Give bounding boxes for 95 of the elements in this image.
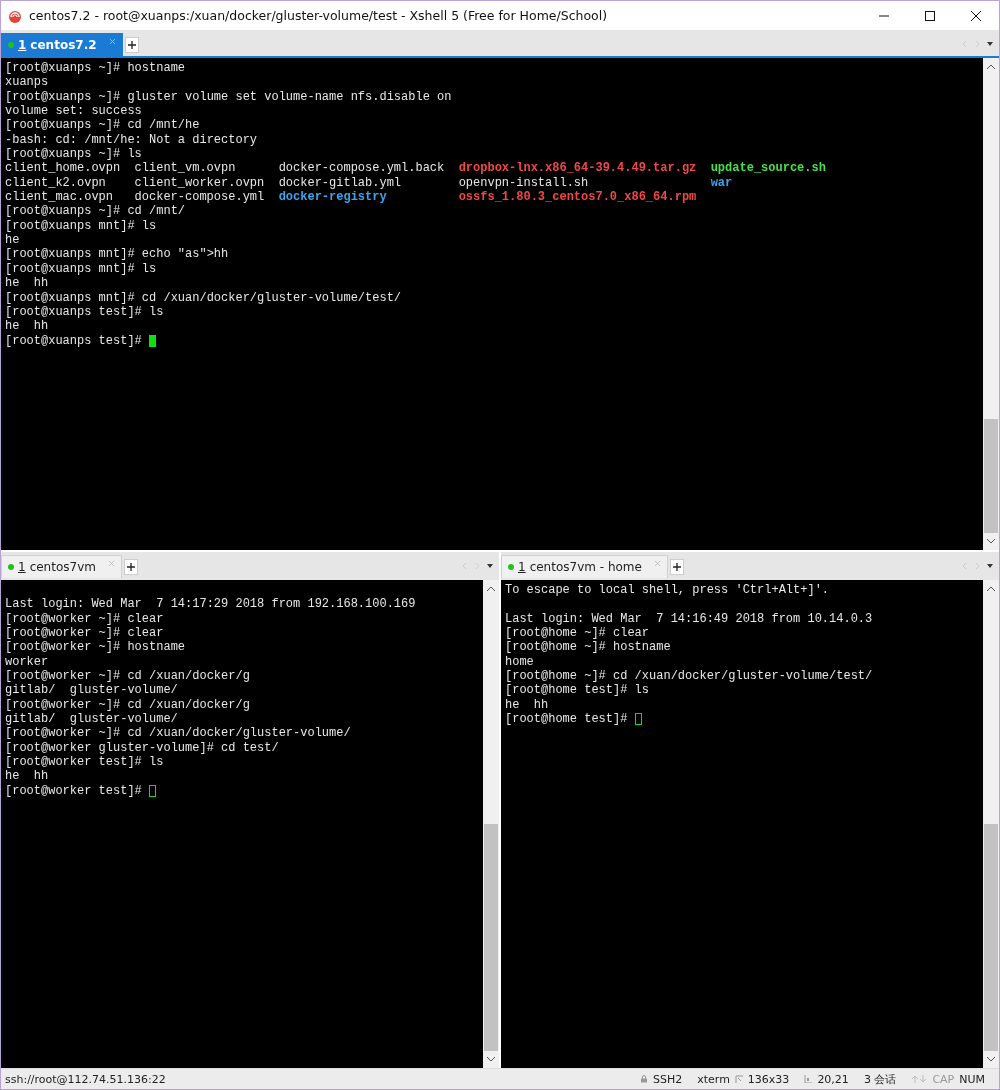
lock-icon [639, 1075, 648, 1083]
terminal-line: worker [5, 654, 50, 670]
window-title: centos7.2 - root@xuanps:/xuan/docker/gluster-volume/test - Xshell 5 (Free for Home/School) [29, 8, 608, 23]
file-name: client_worker.ovpn [134, 175, 265, 190]
terminal-line: [root@worker test]# [5, 783, 143, 799]
tab-number: 1 [18, 38, 27, 52]
plus-icon [126, 563, 135, 571]
terminal-line: [root@xuanps mnt]# cd /xuan/docker/gluster-volume/test/ [5, 290, 403, 305]
terminal-line: [root@home test]# [505, 712, 629, 727]
file-name: docker-gitlab.yml [278, 175, 402, 190]
file-name: gluster-volume/ [69, 683, 178, 698]
terminal-line: [root@xuanps test]# [5, 333, 143, 348]
terminal-line: To escape to local shell, press 'Ctrl+Alt+]'. [505, 583, 831, 598]
tab-number: 1 [518, 560, 526, 574]
terminal-line: [root@worker ~]# cd /xuan/docker/g [5, 697, 251, 713]
file-name: openvpn-install.sh [458, 175, 589, 190]
file-name: gluster-volume/ [69, 712, 178, 727]
close-icon [971, 10, 981, 21]
new-tab-button[interactable] [123, 559, 138, 575]
terminal-line: [root@xuanps ~]# cd /mnt/he [5, 118, 201, 133]
terminal-line: [root@home ~]# clear [505, 626, 651, 641]
plus-icon [672, 563, 681, 571]
file-name: client_home.ovpn [5, 161, 121, 176]
scrollbar[interactable] [983, 580, 999, 1068]
terminal-line: [root@worker ~]# hostname [5, 640, 187, 655]
terminal-line: Last login: Wed Mar 7 14:16:49 2018 from 10.14.0.3 [505, 611, 874, 627]
terminal-line: [root@worker ~]# clear [5, 611, 165, 627]
terminal-line: [root@home ~]# hostname [505, 640, 672, 655]
terminal-line: xuanps [5, 75, 50, 90]
terminal-line: [root@worker ~]# cd /xuan/docker/g [5, 669, 251, 684]
file-name: docker-compose.yml [134, 190, 265, 205]
file-name: gitlab/ [5, 712, 56, 727]
terminal-line: [root@worker ~]# clear [5, 626, 165, 641]
terminal-line: Last login: Wed Mar 7 14:17:29 2018 from 192.168.100.169 [5, 597, 417, 612]
terminal-line: [root@home test]# ls [505, 683, 651, 698]
caps-lock-indicator: CAP [932, 1072, 955, 1086]
terminal-line: [root@xuanps ~]# gluster volume set volume-name nfs.disable on [5, 89, 453, 105]
new-tab-button[interactable] [124, 37, 139, 53]
file-name: war [710, 175, 733, 190]
terminal-line: [root@xuanps ~]# ls [5, 147, 143, 162]
new-tab-button[interactable] [669, 559, 684, 575]
tab-label: centos7vm - home [529, 560, 642, 574]
terminal-line: he hh [5, 319, 50, 334]
connection-address: ssh://root@112.74.51.136:22 [5, 1072, 166, 1086]
terminal-line: [root@home ~]# cd /xuan/docker/gluster-volume/test/ [505, 669, 874, 684]
tab-label: centos7.2 [30, 38, 97, 52]
terminal-line: [root@xuanps mnt]# ls [5, 261, 158, 277]
scroll-thumb[interactable] [984, 418, 998, 533]
terminal-line: [root@xuanps test]# ls [5, 304, 165, 320]
scrollbar[interactable] [483, 580, 499, 1068]
session-tab[interactable]: 1 centos7.2 [1, 33, 123, 56]
terminal-line: -bash: cd: /mnt/he: Not a directory [5, 132, 259, 148]
file-name: docker-compose.yml.back [278, 161, 445, 176]
dropdown-icon[interactable] [487, 564, 493, 568]
terminal-line: [root@xuanps ~]# cd /mnt/ [5, 204, 187, 219]
plus-icon [127, 41, 136, 49]
terminal-size: 136x33 [747, 1072, 790, 1086]
transfer-arrows-icon [911, 1075, 928, 1083]
terminal-line: volume set: success [5, 104, 143, 119]
terminal-type: xterm [697, 1072, 730, 1086]
terminal-line: [root@worker ~]# cd /xuan/docker/gluster-volume/ [5, 726, 352, 741]
num-lock-indicator: NUM [959, 1072, 985, 1086]
file-name: gitlab/ [5, 683, 56, 698]
tab-number: 1 [18, 560, 26, 574]
terminal-line: [root@worker gluster-volume]# cd test/ [5, 740, 280, 756]
dropdown-icon[interactable] [987, 42, 993, 46]
file-name: dropbox-lnx.x86_64-39.4.49.tar.gz [458, 161, 697, 176]
file-name: docker-registry [278, 190, 387, 205]
dropdown-icon[interactable] [987, 564, 993, 568]
file-name: ossfs_1.80.3_centos7.0_x86_64.rpm [458, 190, 697, 205]
protocol-label: SSH2 [652, 1072, 683, 1086]
file-name: client_k2.ovpn [5, 175, 106, 190]
terminal-line: he hh [5, 769, 50, 784]
terminal-line: he [5, 233, 21, 248]
scrollbar[interactable] [983, 58, 999, 550]
tab-label: centos7vm [29, 560, 96, 574]
session-count: 3 会话 [863, 1071, 897, 1087]
file-name: update_source.sh [710, 161, 826, 176]
cursor-position-icon [804, 1075, 813, 1083]
terminal-line: [root@worker test]# ls [5, 755, 165, 770]
scroll-thumb[interactable] [984, 824, 998, 1051]
file-name: client_vm.ovpn [134, 161, 236, 176]
terminal-line: [root@xuanps mnt]# ls [5, 218, 158, 234]
cursor-position: 20,21 [817, 1072, 849, 1086]
scroll-thumb[interactable] [484, 824, 498, 1051]
terminal-line: [root@xuanps mnt]# echo "as">hh [5, 247, 230, 262]
terminal-line: he hh [505, 697, 550, 713]
file-name: client_mac.ovpn [5, 190, 114, 205]
terminal-line: [root@xuanps ~]# hostname [5, 61, 187, 76]
session-tab[interactable]: 1 centos7vm - home [501, 555, 668, 578]
session-tab[interactable]: 1 centos7vm [1, 555, 122, 578]
resize-icon [734, 1075, 743, 1083]
maximize-icon [925, 10, 935, 21]
terminal-line: he hh [5, 276, 50, 291]
terminal-line: home [505, 654, 535, 670]
